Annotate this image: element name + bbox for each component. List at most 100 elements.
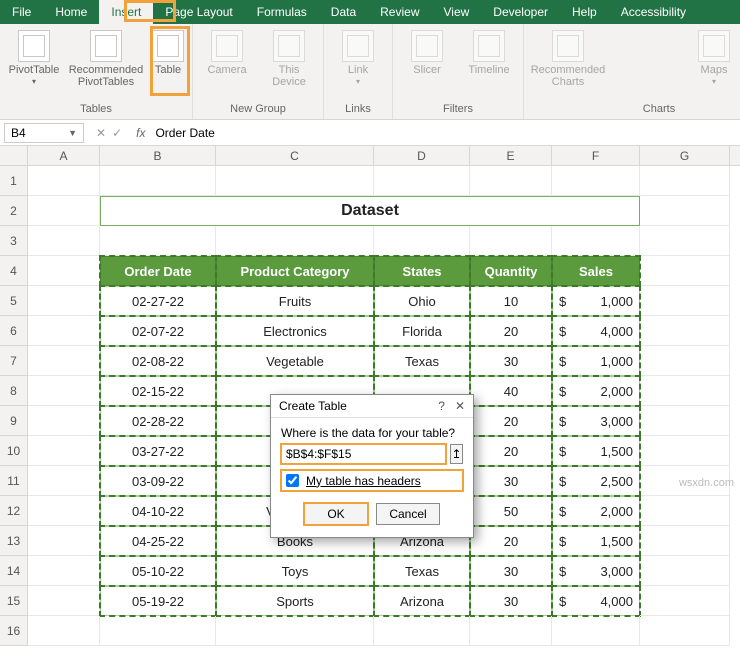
cancel-button[interactable]: Cancel <box>376 503 440 525</box>
timeline-button[interactable]: Timeline <box>461 28 517 76</box>
cell[interactable] <box>640 286 730 316</box>
cell[interactable]: States <box>374 256 470 286</box>
column-header[interactable]: G <box>640 146 730 165</box>
cell[interactable]: Quantity <box>470 256 552 286</box>
cell[interactable]: 04-25-22 <box>100 526 216 556</box>
cell[interactable] <box>640 196 730 226</box>
cell[interactable] <box>100 616 216 646</box>
row-header[interactable]: 5 <box>0 286 28 316</box>
row-header[interactable]: 15 <box>0 586 28 616</box>
cell[interactable]: 03-09-22 <box>100 466 216 496</box>
cell[interactable]: 05-10-22 <box>100 556 216 586</box>
link-button[interactable]: Link▾ <box>330 28 386 87</box>
cell[interactable] <box>470 616 552 646</box>
cell[interactable] <box>216 226 374 256</box>
cell[interactable]: 30 <box>470 466 552 496</box>
row-header[interactable]: 8 <box>0 376 28 406</box>
cell[interactable] <box>28 436 100 466</box>
row-header[interactable]: 7 <box>0 346 28 376</box>
cell[interactable]: $4,000 <box>552 316 640 346</box>
chart-type-icon[interactable] <box>638 32 660 52</box>
cell[interactable]: 05-19-22 <box>100 586 216 616</box>
column-header[interactable]: F <box>552 146 640 165</box>
cell[interactable]: $4,000 <box>552 586 640 616</box>
tab-developer[interactable]: Developer <box>481 0 560 24</box>
cell[interactable]: $1,500 <box>552 526 640 556</box>
tab-file[interactable]: File <box>0 0 43 24</box>
tab-review[interactable]: Review <box>368 0 431 24</box>
cell[interactable] <box>640 406 730 436</box>
cell[interactable]: 30 <box>470 346 552 376</box>
cell[interactable] <box>28 286 100 316</box>
cell[interactable] <box>640 526 730 556</box>
cell[interactable]: Product Category <box>216 256 374 286</box>
cell[interactable]: $1,000 <box>552 286 640 316</box>
cell[interactable] <box>216 616 374 646</box>
recommended-charts-button[interactable]: Recommended Charts <box>530 28 606 88</box>
cell[interactable]: 02-08-22 <box>100 346 216 376</box>
tab-insert[interactable]: Insert <box>99 0 153 24</box>
cell[interactable]: Texas <box>374 556 470 586</box>
cell[interactable] <box>640 256 730 286</box>
cell[interactable]: 02-28-22 <box>100 406 216 436</box>
chart-type-icon[interactable] <box>664 32 686 52</box>
cell[interactable]: 02-27-22 <box>100 286 216 316</box>
cell[interactable] <box>28 316 100 346</box>
cell[interactable]: 30 <box>470 556 552 586</box>
cell[interactable] <box>640 556 730 586</box>
cell[interactable] <box>28 586 100 616</box>
headers-checkbox[interactable] <box>286 474 299 487</box>
tab-data[interactable]: Data <box>319 0 368 24</box>
cell[interactable]: 02-15-22 <box>100 376 216 406</box>
cell[interactable]: $2,500 <box>552 466 640 496</box>
chart-type-icon[interactable] <box>664 56 686 76</box>
cell[interactable]: 20 <box>470 526 552 556</box>
cell[interactable]: Vegetable <box>216 346 374 376</box>
chart-type-icon[interactable] <box>638 56 660 76</box>
chart-type-icon[interactable] <box>612 56 634 76</box>
cell[interactable] <box>100 226 216 256</box>
row-header[interactable]: 12 <box>0 496 28 526</box>
tab-formulas[interactable]: Formulas <box>245 0 319 24</box>
cell[interactable]: Sales <box>552 256 640 286</box>
row-header[interactable]: 13 <box>0 526 28 556</box>
row-header[interactable]: 10 <box>0 436 28 466</box>
row-header[interactable]: 1 <box>0 166 28 196</box>
cell[interactable] <box>28 166 100 196</box>
cell[interactable]: $2,000 <box>552 376 640 406</box>
column-header[interactable]: C <box>216 146 374 165</box>
cell[interactable] <box>374 616 470 646</box>
cell[interactable]: $3,000 <box>552 556 640 586</box>
tab-help[interactable]: Help <box>560 0 609 24</box>
cell[interactable] <box>216 166 374 196</box>
cell[interactable] <box>552 166 640 196</box>
enter-formula-icon[interactable]: ✓ <box>112 126 122 140</box>
cell[interactable] <box>552 616 640 646</box>
tab-view[interactable]: View <box>432 0 482 24</box>
cell[interactable] <box>640 346 730 376</box>
name-box[interactable]: B4▼ <box>4 123 84 143</box>
row-header[interactable]: 2 <box>0 196 28 226</box>
row-header[interactable]: 14 <box>0 556 28 586</box>
select-all-triangle[interactable] <box>0 146 28 165</box>
this-device-button[interactable]: This Device <box>261 28 317 88</box>
cell[interactable] <box>28 526 100 556</box>
formula-input[interactable] <box>151 124 740 142</box>
cell[interactable]: 20 <box>470 436 552 466</box>
cell[interactable]: Fruits <box>216 286 374 316</box>
cell[interactable] <box>28 226 100 256</box>
namebox-dropdown-icon[interactable]: ▼ <box>68 128 77 138</box>
tab-accessibility[interactable]: Accessibility <box>609 0 698 24</box>
fx-icon[interactable]: fx <box>130 126 151 140</box>
cell[interactable] <box>640 586 730 616</box>
cell[interactable]: Toys <box>216 556 374 586</box>
cell[interactable] <box>28 556 100 586</box>
worksheet-grid[interactable]: ABCDEFG 12345678910111213141516 DatasetO… <box>0 146 740 166</box>
pivottable-button[interactable]: PivotTable▾ <box>6 28 62 87</box>
column-header[interactable]: E <box>470 146 552 165</box>
cell[interactable]: $2,000 <box>552 496 640 526</box>
cell[interactable] <box>640 616 730 646</box>
slicer-button[interactable]: Slicer <box>399 28 455 76</box>
cell[interactable] <box>100 166 216 196</box>
cell[interactable]: Arizona <box>374 586 470 616</box>
